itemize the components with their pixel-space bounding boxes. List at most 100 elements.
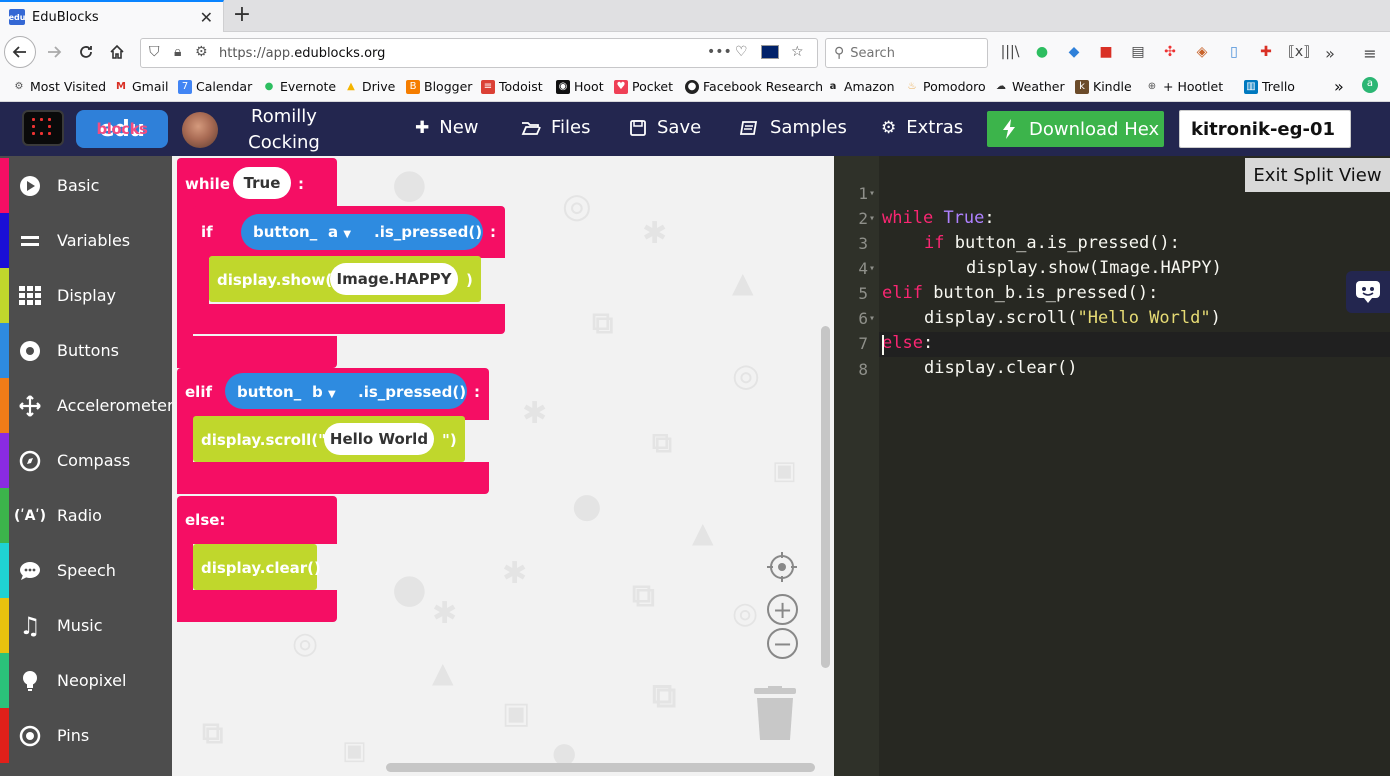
sidebar-item-display[interactable]: Display	[0, 268, 172, 323]
sidebar-item-speech[interactable]: Speech	[0, 543, 172, 598]
python-code-editor[interactable]: 1 ▾ while True: 2 ▾ if button_a.is_pressed…	[834, 156, 1390, 776]
bookmarks-overflow-icon[interactable]: »	[1334, 77, 1344, 96]
code-line[interactable]: 8	[834, 332, 1390, 379]
sidebar-item-neopixel[interactable]: Neopixel	[0, 653, 172, 708]
pattern-triangle: ▲	[432, 656, 454, 689]
sidebar-item-compass[interactable]: Compass	[0, 433, 172, 488]
files-button[interactable]: Files	[521, 117, 591, 138]
back-button[interactable]	[4, 36, 36, 68]
bookmark-blogger[interactable]: B Blogger	[406, 79, 472, 94]
forward-button[interactable]	[38, 36, 70, 68]
page-actions-icon[interactable]: •••	[707, 44, 732, 60]
extension-red-icon[interactable]: ■	[1096, 44, 1116, 62]
save-button[interactable]: Save	[629, 117, 701, 138]
bookmark-drive[interactable]: ▲ Drive	[344, 79, 395, 94]
bookmark-amazon[interactable]: a Amazon	[826, 79, 895, 94]
extension-dots-icon[interactable]: ✣	[1160, 44, 1180, 62]
workspace-horizontal-scrollbar[interactable]	[386, 763, 815, 772]
pocket-icon[interactable]: ♡	[735, 44, 748, 60]
library-icon[interactable]: |||\	[1000, 44, 1020, 62]
workspace-vertical-scrollbar[interactable]	[821, 326, 830, 668]
project-name-input[interactable]: kitronik-eg-01	[1179, 110, 1351, 148]
bookmark-facebook-research[interactable]: ● Facebook Research	[685, 79, 823, 94]
hamburger-menu-icon[interactable]: ≡	[1360, 44, 1380, 63]
bookmark-most-visited[interactable]: ⚙ Most Visited	[12, 79, 107, 94]
elif-keyword: elif	[185, 383, 212, 401]
sidebar-item-accelerometer[interactable]: Accelerometer	[0, 378, 174, 433]
extension-cross-icon[interactable]: ✚	[1256, 44, 1276, 62]
shield-icon[interactable]: ⛉	[149, 44, 160, 60]
code-line[interactable]: 5 display.scroll("Hello World")	[834, 256, 1390, 328]
pattern-circle: ●	[572, 486, 602, 526]
grid-icon	[18, 284, 42, 308]
extension-doc-icon[interactable]: ▯	[1224, 44, 1244, 62]
close-tab-icon[interactable]: ✕	[200, 8, 213, 27]
uk-flag-icon[interactable]	[761, 45, 779, 59]
image-value-input[interactable]: Image.HAPPY	[330, 263, 458, 295]
pattern-triangle: ▲	[732, 266, 754, 299]
overflow-chevron-icon[interactable]: »	[1320, 44, 1340, 63]
new-tab-button[interactable]: +	[230, 2, 254, 30]
avatar[interactable]	[182, 112, 218, 148]
exit-split-view-button[interactable]: Exit Split View	[1245, 158, 1390, 192]
code-line[interactable]: 4 ▾ elif button_b.is_pressed():	[834, 231, 1390, 303]
permissions-icon[interactable]: ⚙	[195, 44, 208, 60]
lock-icon[interactable]: 🔒︎	[174, 44, 181, 60]
extension-blue-icon[interactable]: ◆	[1064, 44, 1084, 62]
new-button[interactable]: ✚ New	[415, 117, 479, 138]
code-line[interactable]: 7 display.clear()	[834, 306, 1390, 378]
trash-icon[interactable]	[754, 686, 796, 742]
sidebar-item-radio[interactable]: (ʹAʹ) Radio	[0, 488, 172, 543]
evernote-icon[interactable]: ●	[1032, 44, 1052, 62]
download-hex-button[interactable]: Download Hex	[987, 111, 1164, 147]
category-color-stripe	[0, 653, 9, 708]
chat-support-button[interactable]	[1346, 271, 1390, 313]
sidebar-item-pins[interactable]: Pins	[0, 708, 172, 763]
bookmark-calendar[interactable]: 7 Calendar	[178, 79, 252, 94]
search-input[interactable]: ⚲ Search	[825, 38, 988, 68]
extension-fox-icon[interactable]: ◈	[1192, 44, 1212, 62]
reload-icon	[80, 46, 92, 58]
hello-world-input[interactable]: Hello World	[324, 423, 434, 455]
sidebar-item-buttons[interactable]: Buttons	[0, 323, 172, 378]
browser-tab[interactable]: edu EduBlocks ✕	[0, 0, 224, 32]
zoom-out-button[interactable]: −	[767, 628, 798, 659]
display-clear-label: display.clear()	[201, 559, 321, 577]
button-a-dropdown[interactable]: a ▼	[328, 223, 351, 241]
category-color-stripe	[0, 708, 9, 763]
extension-badge-icon[interactable]: a	[1362, 77, 1382, 93]
bookmark-kindle[interactable]: k Kindle	[1075, 79, 1132, 94]
sidebar-item-basic[interactable]: Basic	[0, 158, 172, 213]
samples-button[interactable]: Samples	[740, 117, 847, 138]
reload-button[interactable]	[70, 36, 102, 68]
zoom-in-button[interactable]: +	[767, 594, 798, 625]
calendar-icon: 7	[178, 79, 192, 94]
code-line[interactable]: 6 ▾ else:	[834, 281, 1390, 353]
lightning-bolt-icon	[1003, 119, 1015, 139]
bookmark-trello[interactable]: ▥ Trello	[1244, 79, 1295, 94]
bookmark-gmail[interactable]: M Gmail	[114, 79, 168, 94]
url-bar[interactable]: ⛉ 🔒︎ ⚙ https://app.edublocks.org ••• ♡ ☆	[140, 38, 818, 68]
reader-icon[interactable]: ▤	[1128, 44, 1148, 62]
while-condition-input[interactable]: True	[233, 167, 291, 199]
bookmark-pomodoro[interactable]: ♨ Pomodoro	[905, 79, 986, 94]
bookmark-pocket[interactable]: ♥ Pocket	[614, 79, 673, 94]
sidebar-item-variables[interactable]: Variables	[0, 213, 172, 268]
extras-button[interactable]: ⚙ Extras	[881, 117, 963, 138]
bookmark-hoot[interactable]: ◉ Hoot	[556, 79, 604, 94]
home-button[interactable]	[101, 36, 133, 68]
button-b-dropdown[interactable]: b ▼	[312, 383, 336, 401]
extension-fx-icon[interactable]: ⟦x⟧	[1288, 44, 1310, 62]
code-line[interactable]: 3 display.show(Image.HAPPY)	[834, 206, 1390, 278]
arrow-left-icon	[12, 46, 26, 58]
bookmark-star-icon[interactable]: ☆	[791, 44, 804, 60]
blocks-workspace[interactable]: ● ◎ ✱ ▲ ⧉ ◎ ✱ ⧉ ▣ ● ▲ ✱ ⧉ ● ◎ ▲ ▣ ⧉ ✱ ◎ …	[172, 156, 834, 776]
edublocks-logo[interactable]: edu blocks	[76, 110, 168, 148]
bookmark-weather[interactable]: ☁ Weather	[994, 79, 1065, 94]
recenter-icon[interactable]	[766, 551, 798, 583]
if-block-footer	[193, 304, 505, 334]
sidebar-item-music[interactable]: ♫ Music	[0, 598, 172, 653]
bookmark-todoist[interactable]: ≡ Todoist	[481, 79, 543, 94]
bookmark-evernote[interactable]: ● Evernote	[262, 79, 336, 94]
bookmark-hootlet[interactable]: ⊕ + Hootlet	[1145, 79, 1223, 94]
